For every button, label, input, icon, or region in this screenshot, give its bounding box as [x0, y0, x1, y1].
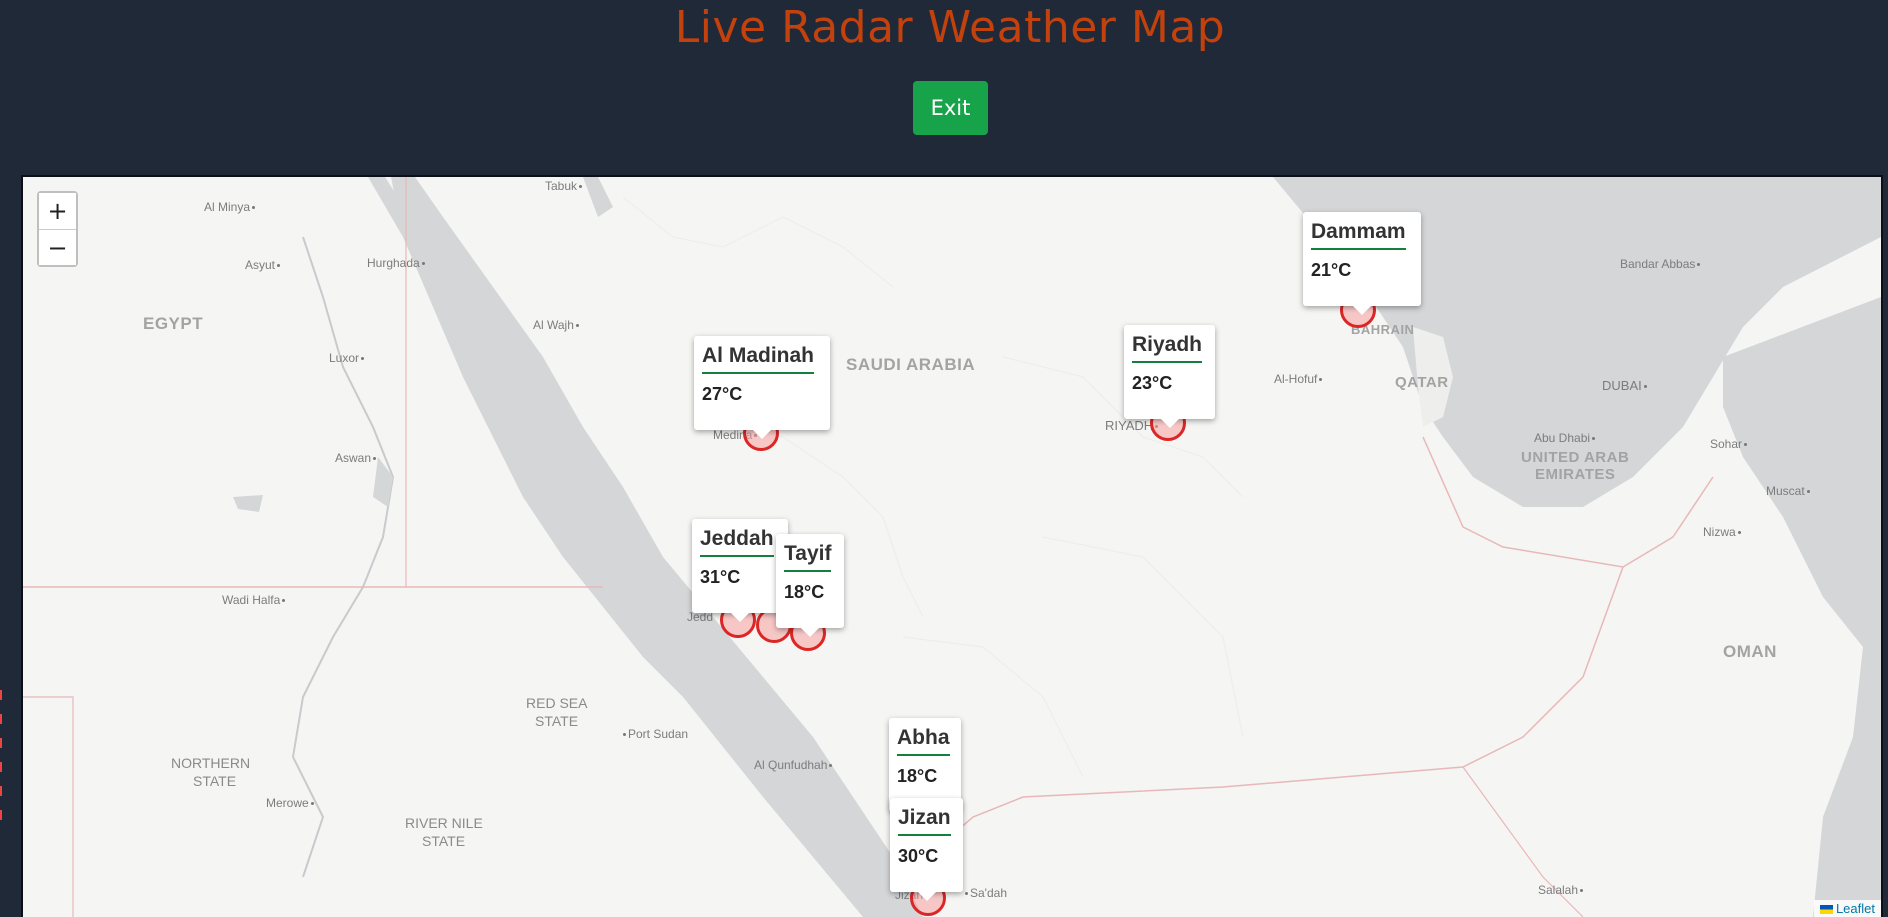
- label-asyut: Asyut: [245, 258, 282, 272]
- label-red-sea-state-2: STATE: [535, 713, 579, 729]
- popup-station-temp: 18°C: [784, 582, 825, 602]
- page-edge-marks: [0, 690, 4, 870]
- label-salalah: Salalah: [1538, 883, 1585, 897]
- label-port-sudan: Port Sudan: [621, 727, 688, 741]
- popup-station-name: Abha: [897, 726, 950, 756]
- label-uae-line2: EMIRATES: [1535, 466, 1616, 483]
- popup-station-temp: 27°C: [702, 384, 743, 404]
- label-al-hofuf: Al-Hofuf: [1274, 372, 1324, 386]
- label-tabuk: Tabuk: [545, 179, 584, 193]
- label-river-nile-2: STATE: [422, 833, 466, 849]
- map-attribution[interactable]: Leaflet: [1813, 900, 1881, 917]
- label-al-qunfudhah: Al Qunfudhah: [754, 758, 834, 772]
- popup-tayif[interactable]: Tayif 18°C: [776, 534, 844, 637]
- exit-button[interactable]: Exit: [913, 81, 988, 135]
- label-red-sea-state-1: RED SEA: [526, 695, 588, 711]
- zoom-in-button[interactable]: +: [39, 193, 76, 229]
- label-luxor: Luxor: [329, 351, 366, 365]
- label-hurghada: Hurghada: [367, 256, 427, 270]
- label-wadi-halfa: Wadi Halfa: [222, 593, 287, 607]
- label-egypt: EGYPT: [143, 314, 204, 333]
- label-abu-dhabi: Abu Dhabi: [1534, 431, 1597, 445]
- popup-riyadh[interactable]: Riyadh 23°C: [1124, 325, 1215, 428]
- popup-station-name: Jizan: [898, 806, 951, 836]
- label-aswan: Aswan: [335, 451, 378, 465]
- label-qatar: QATAR: [1395, 374, 1449, 391]
- label-river-nile-1: RIVER NILE: [405, 815, 483, 831]
- popup-jizan[interactable]: Jizan 30°C: [890, 798, 963, 901]
- popup-station-temp: 30°C: [898, 846, 939, 866]
- label-northern-state-1: NORTHERN: [171, 755, 251, 771]
- label-al-wajh: Al Wajh: [533, 318, 581, 332]
- popup-station-temp: 23°C: [1132, 373, 1173, 393]
- label-bandar-abbas: Bandar Abbas: [1620, 257, 1702, 271]
- popup-station-name: Riyadh: [1132, 333, 1203, 363]
- popup-station-name: Dammam: [1311, 220, 1406, 250]
- popup-station-temp: 31°C: [700, 567, 741, 587]
- popup-dammam[interactable]: Dammam 21°C: [1303, 212, 1421, 315]
- label-merowe: Merowe: [266, 796, 316, 810]
- page-title: Live Radar Weather Map: [674, 2, 1226, 53]
- label-sadah: Sa'dah: [963, 886, 1007, 900]
- label-muscat: Muscat: [1766, 484, 1812, 498]
- label-dubai: DUBAI: [1602, 378, 1649, 393]
- popup-station-name: Tayif: [784, 542, 832, 572]
- popup-station-temp: 21°C: [1311, 260, 1352, 280]
- attribution-link[interactable]: Leaflet: [1836, 901, 1875, 916]
- zoom-control: + −: [37, 191, 78, 267]
- label-northern-state-2: STATE: [193, 773, 237, 789]
- ukraine-flag-icon: [1819, 905, 1833, 914]
- popup-jeddah[interactable]: Jeddah 31°C: [692, 519, 788, 622]
- popup-station-temp: 18°C: [897, 766, 938, 786]
- popup-station-name: Jeddah: [700, 527, 774, 557]
- label-saudi-arabia: SAUDI ARABIA: [846, 355, 976, 374]
- weather-map[interactable]: EGYPT SAUDI ARABIA QATAR UNITED ARAB EMI…: [21, 175, 1883, 917]
- label-uae-line1: UNITED ARAB: [1521, 449, 1630, 466]
- label-sohar: Sohar: [1710, 437, 1749, 451]
- popup-al-madinah[interactable]: Al Madinah 27°C: [694, 336, 830, 439]
- label-oman: OMAN: [1723, 642, 1777, 661]
- label-nizwa: Nizwa: [1703, 525, 1743, 539]
- popup-station-name: Al Madinah: [702, 344, 815, 374]
- label-al-minya: Al Minya: [204, 200, 257, 214]
- zoom-out-button[interactable]: −: [39, 229, 76, 265]
